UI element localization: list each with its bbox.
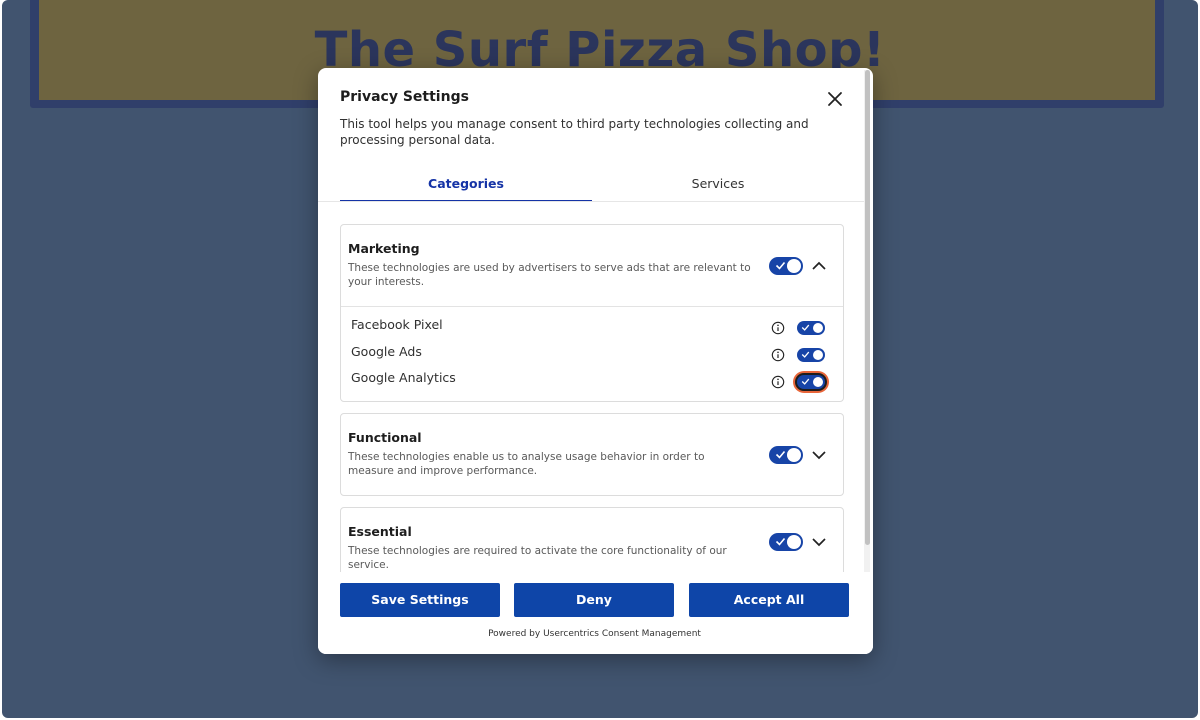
service-row-facebook-pixel: Facebook Pixel xyxy=(351,317,835,341)
accept-all-button[interactable]: Accept All xyxy=(689,583,849,617)
essential-toggle[interactable] xyxy=(769,533,803,551)
service-row-google-analytics: Google Analytics xyxy=(351,370,835,394)
toggle-knob xyxy=(787,448,801,462)
save-settings-button[interactable]: Save Settings xyxy=(340,583,500,617)
close-button[interactable] xyxy=(824,88,846,110)
check-icon xyxy=(801,324,810,331)
google-ads-toggle[interactable] xyxy=(797,348,825,362)
toggle-knob xyxy=(787,535,801,549)
categories-scroll-area[interactable]: Marketing These technologies are used by… xyxy=(318,202,864,572)
check-icon xyxy=(775,537,786,546)
functional-toggle[interactable] xyxy=(769,446,803,464)
category-title: Functional xyxy=(348,430,422,445)
close-icon xyxy=(828,92,842,106)
chevron-up-icon xyxy=(812,261,826,270)
deny-button[interactable]: Deny xyxy=(514,583,674,617)
check-icon xyxy=(801,351,810,358)
tab-services[interactable]: Services xyxy=(592,172,844,202)
category-description: These technologies are used by advertise… xyxy=(348,262,751,288)
service-name: Google Analytics xyxy=(351,370,456,385)
service-name: Facebook Pixel xyxy=(351,317,443,332)
collapse-button[interactable] xyxy=(810,257,828,275)
dialog-description: This tool helps you manage consent to th… xyxy=(340,117,809,147)
card-divider xyxy=(341,306,843,307)
service-name: Google Ads xyxy=(351,344,422,359)
toggle-knob xyxy=(787,259,801,273)
tab-categories[interactable]: Categories xyxy=(340,172,592,202)
toggle-knob xyxy=(813,377,823,387)
category-card-functional: Functional These technologies enable us … xyxy=(340,413,844,496)
category-card-essential: Essential These technologies are require… xyxy=(340,507,844,572)
category-title: Marketing xyxy=(348,241,420,256)
category-description: These technologies enable us to analyse … xyxy=(348,451,705,477)
check-icon xyxy=(775,261,786,270)
category-description: These technologies are required to activ… xyxy=(348,545,727,571)
toggle-knob xyxy=(813,323,823,333)
dialog-footer: Save Settings Deny Accept All Powered by… xyxy=(318,572,873,654)
facebook-pixel-toggle[interactable] xyxy=(797,321,825,335)
toggle-knob xyxy=(813,350,823,360)
privacy-settings-dialog: Privacy Settings This tool helps you man… xyxy=(318,68,873,654)
dialog-title: Privacy Settings xyxy=(340,89,469,105)
category-card-marketing: Marketing These technologies are used by… xyxy=(340,224,844,402)
expand-button[interactable] xyxy=(810,446,828,464)
info-icon[interactable] xyxy=(771,321,785,335)
chevron-down-icon xyxy=(812,538,826,547)
scrollbar-thumb[interactable] xyxy=(865,70,870,545)
check-icon xyxy=(801,378,810,385)
expand-button[interactable] xyxy=(810,533,828,551)
info-icon[interactable] xyxy=(771,375,785,389)
powered-by-text: Powered by Usercentrics Consent Manageme… xyxy=(488,629,701,639)
check-icon xyxy=(775,450,786,459)
info-icon[interactable] xyxy=(771,348,785,362)
service-row-google-ads: Google Ads xyxy=(351,344,835,368)
marketing-toggle[interactable] xyxy=(769,257,803,275)
google-analytics-toggle[interactable] xyxy=(797,375,825,389)
chevron-down-icon xyxy=(812,451,826,460)
tab-bar: Categories Services xyxy=(340,172,862,202)
category-title: Essential xyxy=(348,524,412,539)
